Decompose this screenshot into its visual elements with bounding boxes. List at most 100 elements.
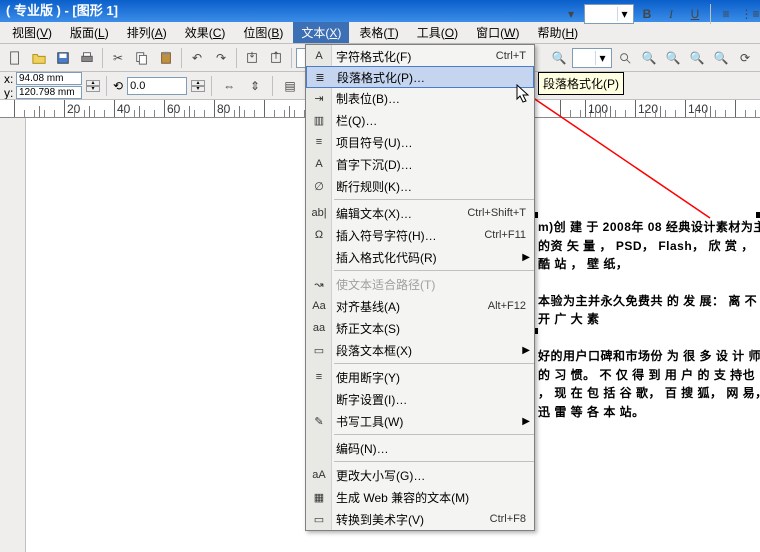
menu-item-icon: A bbox=[311, 48, 327, 64]
menu-item[interactable]: Aa 对齐基线(A)Alt+F12 bbox=[306, 295, 534, 317]
menu-item[interactable]: 编码(N)… bbox=[306, 437, 534, 459]
menu-item[interactable]: 断字设置(I)… bbox=[306, 388, 534, 410]
print-icon[interactable] bbox=[76, 47, 98, 69]
x-input[interactable] bbox=[16, 72, 82, 85]
menu-item-shortcut: Ctrl+F11 bbox=[484, 229, 526, 241]
menu-item[interactable]: ▦生成 Web 兼容的文本(M) bbox=[306, 486, 534, 508]
menu-item-icon: ≣ bbox=[312, 69, 328, 85]
menu-item[interactable]: ✎书写工具(W)▶ bbox=[306, 410, 534, 432]
menu-c[interactable]: 效果(C) bbox=[177, 22, 234, 43]
menu-item[interactable]: Ω 插入符号字符(H)…Ctrl+F11 bbox=[306, 224, 534, 246]
menu-x[interactable]: 文本(X) bbox=[293, 22, 349, 43]
menu-item-label: 更改大小写(G)… bbox=[336, 467, 526, 484]
menu-item-icon: ⇥ bbox=[311, 90, 327, 106]
y-input[interactable] bbox=[16, 86, 82, 99]
coord-inputs: x: y: bbox=[4, 72, 82, 100]
import-icon[interactable] bbox=[241, 47, 263, 69]
cut-icon[interactable]: ✂ bbox=[107, 47, 129, 69]
coord-spinner[interactable]: ▴▾ bbox=[86, 80, 100, 92]
menu-item[interactable]: ▭转换到美术字(V)Ctrl+F8 bbox=[306, 508, 534, 530]
mirror-h-icon[interactable]: ⇔ bbox=[218, 75, 240, 97]
new-icon[interactable] bbox=[4, 47, 26, 69]
menu-item[interactable]: ≡ 使用断字(Y) bbox=[306, 366, 534, 388]
menu-item[interactable]: A 首字下沉(D)… bbox=[306, 153, 534, 175]
menu-item-label: 栏(Q)… bbox=[336, 112, 526, 129]
angle-spinner[interactable]: ▴▾ bbox=[191, 80, 205, 92]
menu-item-label: 断行规则(K)… bbox=[336, 178, 526, 195]
menu-item-label: 插入格式化代码(R) bbox=[336, 249, 526, 266]
menu-item-icon: Aa bbox=[311, 298, 327, 314]
menu-item-icon: aa bbox=[311, 320, 327, 336]
menu-item-label: 生成 Web 兼容的文本(M) bbox=[336, 489, 526, 506]
zoom-page-icon[interactable]: 🔍 bbox=[686, 47, 708, 69]
menu-item[interactable]: ▥ 栏(Q)… bbox=[306, 109, 534, 131]
submenu-arrow-icon: ▶ bbox=[522, 345, 530, 356]
menu-item[interactable]: ab|编辑文本(X)…Ctrl+Shift+T bbox=[306, 202, 534, 224]
menu-w[interactable]: 窗口(W) bbox=[468, 22, 527, 43]
menu-item[interactable]: A字符格式化(F)Ctrl+T bbox=[306, 45, 534, 67]
menu-item-icon: A bbox=[311, 156, 327, 172]
menu-item-icon: ab| bbox=[311, 205, 327, 221]
submenu-arrow-icon: ▶ bbox=[522, 252, 530, 263]
tooltip: 段落格式化(P) bbox=[538, 72, 624, 95]
menu-item-label: 使用断字(Y) bbox=[336, 369, 526, 386]
menu-item-icon: ↝ bbox=[311, 276, 327, 292]
mirror-v-icon[interactable]: ⇕ bbox=[244, 75, 266, 97]
menu-item-icon: ≡ bbox=[311, 134, 327, 150]
paragraph-text-object[interactable]: m)创 建 于 2008年 08 经典设计素材为主的资 矢 量 ， PSD， F… bbox=[538, 218, 760, 439]
open-icon[interactable] bbox=[28, 47, 50, 69]
menu-item-icon: Ω bbox=[311, 227, 327, 243]
menu-item[interactable]: 插入格式化代码(R)▶ bbox=[306, 246, 534, 268]
save-icon[interactable] bbox=[52, 47, 74, 69]
menu-item-label: 书写工具(W) bbox=[336, 413, 526, 430]
menu-item-label: 段落文本框(X) bbox=[336, 342, 526, 359]
menu-item-icon: ≡ bbox=[311, 369, 327, 385]
undo-icon[interactable]: ↶ bbox=[186, 47, 208, 69]
menu-item[interactable]: aa 矫正文本(S) bbox=[306, 317, 534, 339]
menu-item[interactable]: ≡项目符号(U)… bbox=[306, 131, 534, 153]
menu-item[interactable]: ∅断行规则(K)… bbox=[306, 175, 534, 197]
menu-item-label: 插入符号字符(H)… bbox=[336, 227, 484, 244]
selection-handle[interactable] bbox=[756, 212, 760, 218]
menu-item-icon: aA bbox=[311, 467, 327, 483]
menu-item-label: 断字设置(I)… bbox=[336, 391, 526, 408]
menu-item-icon: ▥ bbox=[311, 112, 327, 128]
zoom-selection-icon[interactable]: 🔍 bbox=[638, 47, 660, 69]
menu-item-label: 对齐基线(A) bbox=[336, 298, 488, 315]
menu-item-shortcut: Ctrl+T bbox=[496, 50, 526, 62]
menu-o[interactable]: 工具(O) bbox=[409, 22, 466, 43]
submenu-arrow-icon: ▶ bbox=[522, 416, 530, 427]
zoom-100-icon[interactable] bbox=[614, 47, 636, 69]
menu-b[interactable]: 位图(B) bbox=[235, 22, 291, 43]
menu-item[interactable]: aA 更改大小写(G)… bbox=[306, 464, 534, 486]
menu-item-label: 矫正文本(S) bbox=[336, 320, 526, 337]
menu-item-label: 段落格式化(P)… bbox=[337, 69, 525, 86]
menu-item-icon: ▭ bbox=[311, 342, 327, 358]
menu-item[interactable]: ⇥制表位(B)… bbox=[306, 87, 534, 109]
menu-a[interactable]: 排列(A) bbox=[119, 22, 175, 43]
export-icon[interactable] bbox=[265, 47, 287, 69]
copy-icon[interactable] bbox=[131, 47, 153, 69]
menu-item: ↝ 使文本适合路径(T) bbox=[306, 273, 534, 295]
zoom-level-combo[interactable]: ▾ bbox=[572, 48, 612, 68]
search-icon[interactable]: 🔍 bbox=[548, 47, 570, 69]
paste-icon[interactable] bbox=[155, 47, 177, 69]
menu-h[interactable]: 帮助(H) bbox=[529, 22, 586, 43]
menu-item-label: 首字下沉(D)… bbox=[336, 156, 526, 173]
menu-item-label: 转换到美术字(V) bbox=[336, 511, 490, 528]
menu-item-icon: ▭ bbox=[311, 511, 327, 527]
menu-item-label: 使文本适合路径(T) bbox=[336, 276, 526, 293]
menu-item[interactable]: ▭ 段落文本框(X)▶ bbox=[306, 339, 534, 361]
refresh-icon[interactable]: ⟳ bbox=[734, 47, 756, 69]
zoom-fit-icon[interactable]: 🔍 bbox=[662, 47, 684, 69]
redo-icon[interactable]: ↷ bbox=[210, 47, 232, 69]
menu-item[interactable]: ≣ 段落格式化(P)… bbox=[306, 66, 534, 88]
angle-input[interactable] bbox=[127, 77, 187, 95]
menu-v[interactable]: 视图(V) bbox=[4, 22, 60, 43]
zoom-all-icon[interactable]: 🔍 bbox=[710, 47, 732, 69]
menu-item-shortcut: Alt+F12 bbox=[488, 300, 526, 312]
wrap-icon[interactable]: ▤ bbox=[279, 75, 301, 97]
menu-l[interactable]: 版面(L) bbox=[62, 22, 117, 43]
menu-t[interactable]: 表格(T) bbox=[351, 22, 406, 43]
menubar: 视图(V)版面(L)排列(A)效果(C)位图(B)文本(X)表格(T)工具(O)… bbox=[0, 22, 760, 44]
